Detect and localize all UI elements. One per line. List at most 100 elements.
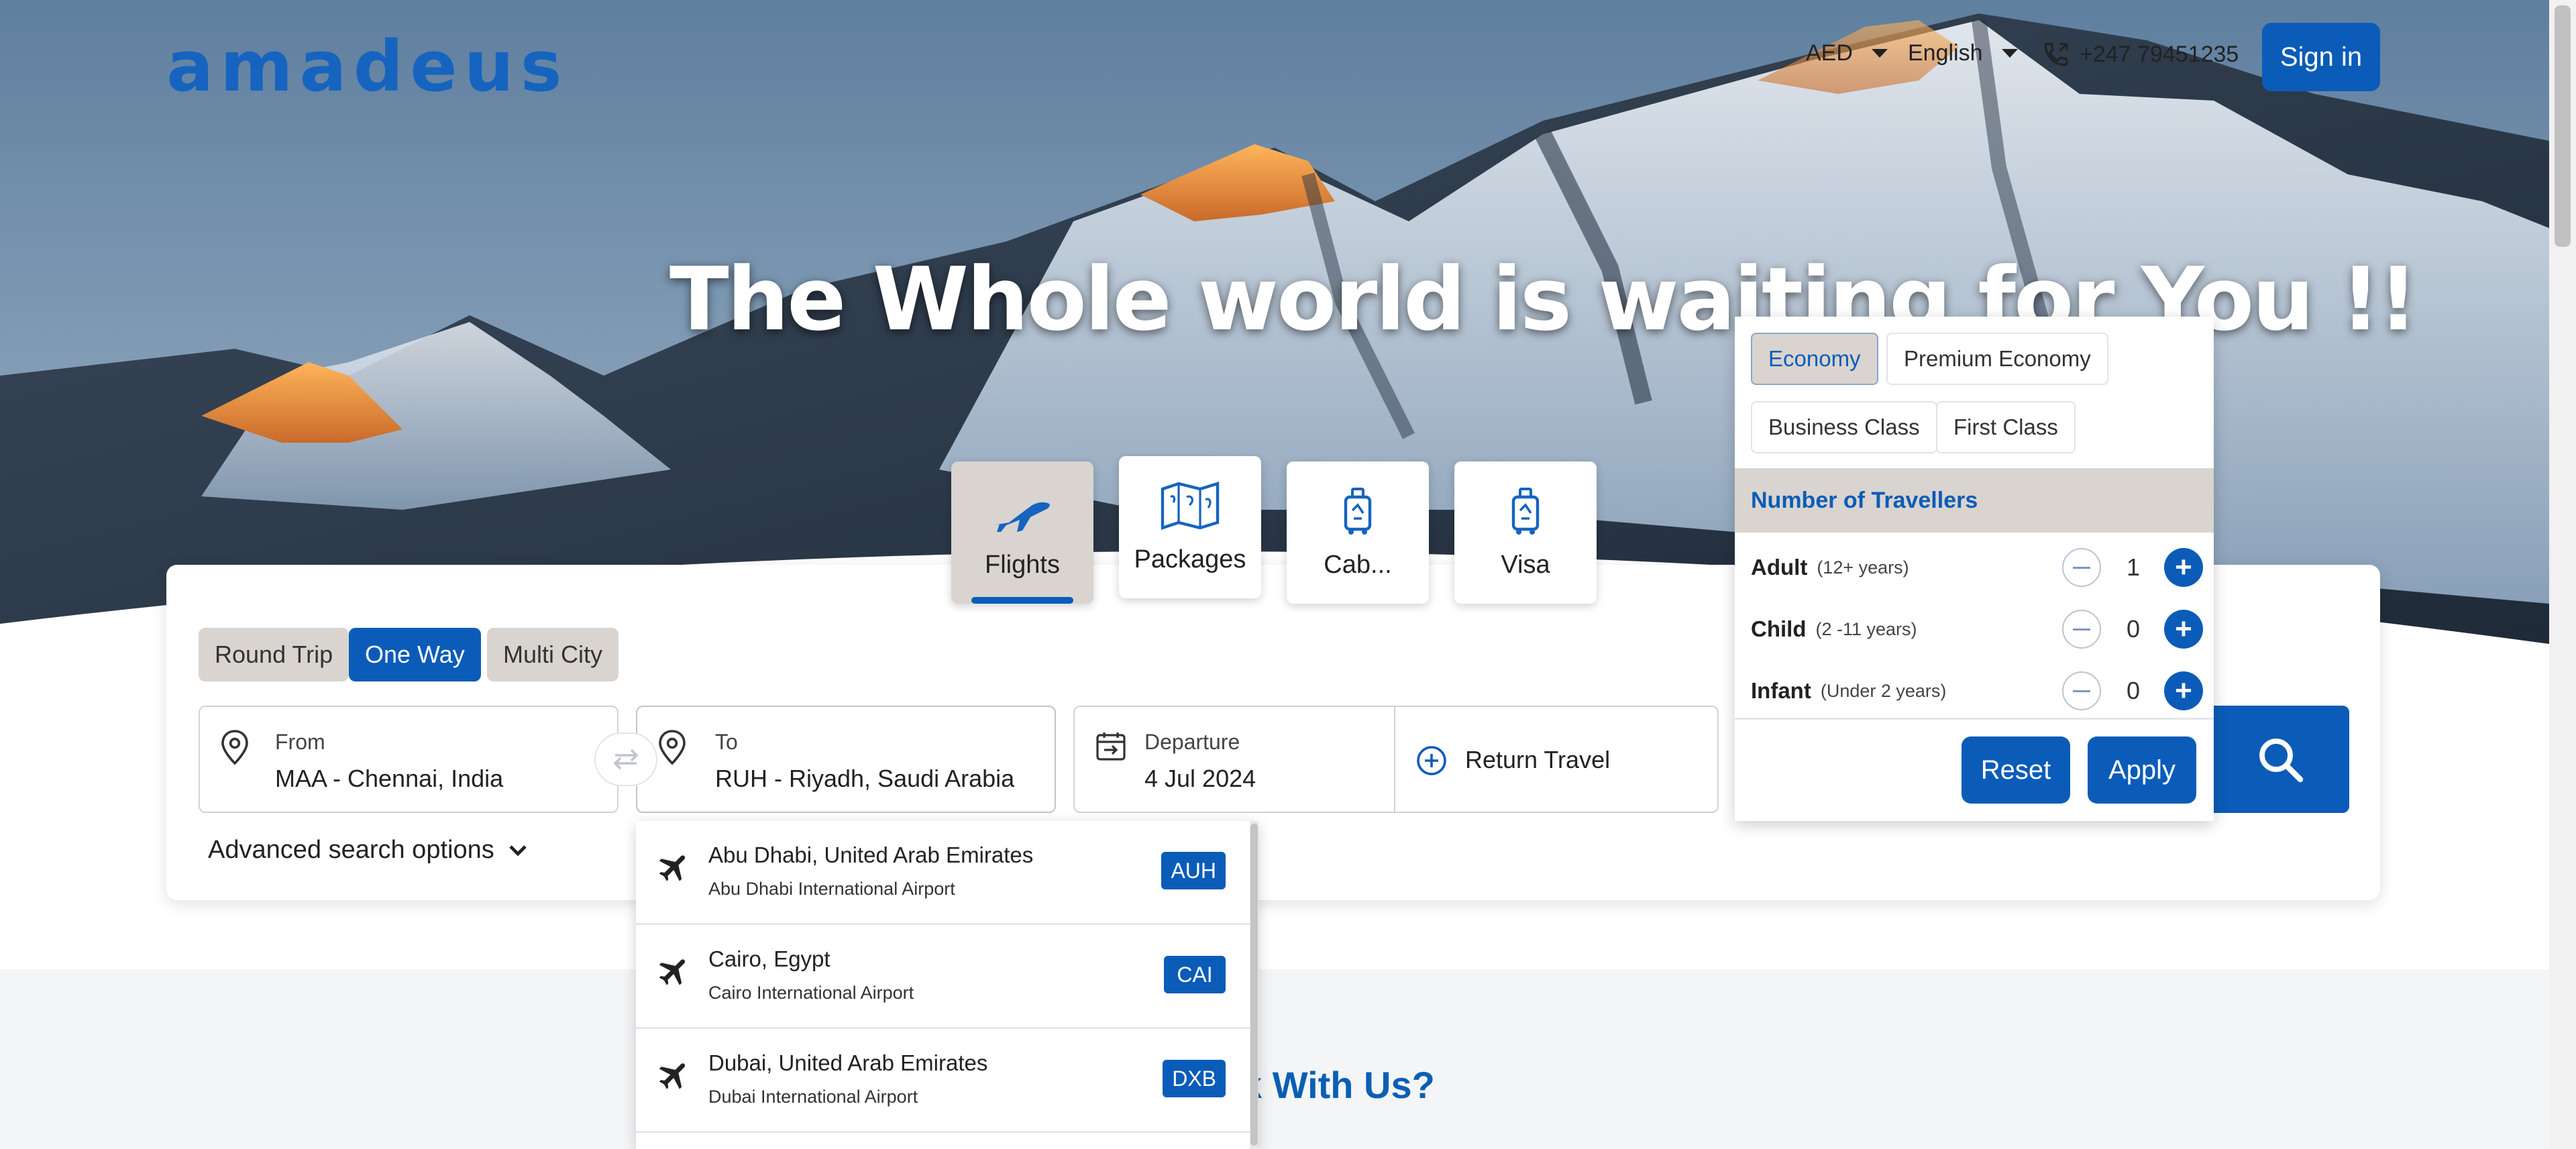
advanced-search-toggle[interactable]: Advanced search options xyxy=(208,836,528,865)
passenger-count: 0 xyxy=(2126,677,2141,704)
cabin-first-option[interactable]: First Class xyxy=(1936,401,2076,453)
popup-divider xyxy=(1735,718,2214,720)
page-scrollbar-thumb[interactable] xyxy=(2555,5,2571,247)
suggestion-city: Abu Dhabi, United Arab Emirates xyxy=(708,842,1034,867)
child-row: Child (2 -11 years) 0 + xyxy=(1751,609,2203,649)
airport-suggestion-item[interactable]: Cairo, Egypt Cairo International Airport… xyxy=(636,925,1250,1029)
why-book-heading: k With Us? xyxy=(1241,1064,1435,1106)
dropdown-scrollbar-thumb[interactable] xyxy=(1250,824,1258,1146)
tab-visa[interactable]: Visa xyxy=(1454,461,1597,604)
departure-value: 4 Jul 2024 xyxy=(1144,765,1256,792)
increment-button[interactable]: + xyxy=(2164,671,2203,710)
to-value: RUH - Riyadh, Saudi Arabia xyxy=(715,765,1015,792)
minus-icon xyxy=(2073,566,2090,569)
plane-icon xyxy=(659,855,686,881)
cabin-business-option[interactable]: Business Class xyxy=(1751,401,1937,453)
decrement-button[interactable] xyxy=(2062,548,2101,587)
luggage-icon xyxy=(1344,488,1372,535)
tab-label: Packages xyxy=(1134,545,1246,573)
adult-row: Adult (12+ years) 1 + xyxy=(1751,547,2203,588)
search-button[interactable] xyxy=(2211,706,2349,813)
tab-label: Cab... xyxy=(1324,551,1392,579)
increment-button[interactable]: + xyxy=(2164,610,2203,649)
airport-code-badge: CAI xyxy=(1164,956,1226,993)
travellers-heading: Number of Travellers xyxy=(1735,468,2214,533)
decrement-button[interactable] xyxy=(2062,610,2101,649)
dropdown-scrollbar[interactable] xyxy=(1250,821,1258,1149)
airport-code-badge: DXB xyxy=(1163,1060,1226,1097)
active-tab-indicator xyxy=(971,597,1073,604)
currency-selector[interactable]: AED xyxy=(1806,40,1888,66)
luggage-icon xyxy=(1511,488,1540,535)
advanced-search-label: Advanced search options xyxy=(208,836,494,864)
multi-city-option[interactable]: Multi City xyxy=(487,628,619,681)
apply-button[interactable]: Apply xyxy=(2088,736,2196,804)
tab-packages[interactable]: Packages xyxy=(1119,456,1261,598)
passenger-age: (Under 2 years) xyxy=(1820,680,1947,701)
tab-flights[interactable]: Flights xyxy=(951,461,1093,604)
minus-icon xyxy=(2073,628,2090,631)
language-selector[interactable]: English xyxy=(1908,40,2018,66)
suggestion-airport: Cairo International Airport xyxy=(708,983,914,1003)
departure-date-field[interactable]: Departure 4 Jul 2024 xyxy=(1073,706,1395,813)
phone-icon xyxy=(2044,42,2068,66)
suggestion-airport: Abu Dhabi International Airport xyxy=(708,879,955,899)
from-value: MAA - Chennai, India xyxy=(275,765,504,792)
passenger-type: Child xyxy=(1751,616,1807,641)
add-circle-icon xyxy=(1417,746,1446,775)
passenger-count: 0 xyxy=(2126,615,2141,643)
airport-suggestions-dropdown: Abu Dhabi, United Arab Emirates Abu Dhab… xyxy=(636,821,1258,1149)
return-travel-field[interactable]: Return Travel xyxy=(1394,706,1719,813)
cabin-premium-economy-option[interactable]: Premium Economy xyxy=(1886,333,2108,385)
to-label: To xyxy=(715,730,738,754)
round-trip-option[interactable]: Round Trip xyxy=(199,628,350,681)
airport-suggestion-item[interactable]: Abu Dhabi, United Arab Emirates Abu Dhab… xyxy=(636,821,1250,925)
location-pin-icon xyxy=(221,730,248,765)
suggestion-airport: Dubai International Airport xyxy=(708,1087,918,1107)
airport-code-badge: AUH xyxy=(1161,852,1226,889)
swap-icon xyxy=(613,749,639,770)
infant-row: Infant (Under 2 years) 0 + xyxy=(1751,671,2203,711)
location-pin-icon xyxy=(659,730,686,765)
decrement-button[interactable] xyxy=(2062,671,2101,710)
tab-label: Visa xyxy=(1501,551,1550,579)
search-icon xyxy=(2259,738,2304,783)
from-label: From xyxy=(275,730,325,754)
passenger-age: (2 -11 years) xyxy=(1815,618,1917,639)
map-icon xyxy=(1161,482,1220,531)
chevron-down-icon xyxy=(1871,49,1888,58)
suggestion-city: Cairo, Egypt xyxy=(708,946,830,971)
reset-button[interactable]: Reset xyxy=(1962,736,2070,804)
increment-button[interactable]: + xyxy=(2164,548,2203,587)
passenger-age: (12+ years) xyxy=(1817,557,1909,578)
return-travel-label: Return Travel xyxy=(1465,746,1611,773)
plane-icon xyxy=(659,1063,686,1089)
chevron-down-icon xyxy=(509,844,527,856)
to-field[interactable]: To RUH - Riyadh, Saudi Arabia xyxy=(636,706,1056,813)
swap-route-button[interactable] xyxy=(594,732,657,786)
currency-label: AED xyxy=(1806,40,1853,66)
from-field[interactable]: From MAA - Chennai, India xyxy=(199,706,619,813)
chevron-down-icon xyxy=(2001,49,2018,58)
minus-icon xyxy=(2073,690,2090,692)
page-scrollbar[interactable] xyxy=(2549,0,2576,1149)
airport-suggestion-item[interactable]: Dubai, United Arab Emirates Dubai Intern… xyxy=(636,1029,1250,1133)
plane-icon xyxy=(659,959,686,985)
tab-label: Flights xyxy=(985,551,1060,579)
amadeus-logo[interactable]: amadeus xyxy=(166,25,569,107)
why-book-section xyxy=(0,969,2549,1149)
tab-cab[interactable]: Cab... xyxy=(1287,461,1429,604)
passenger-type: Adult xyxy=(1751,555,1808,580)
phone-contact[interactable]: +247 79451235 xyxy=(2042,40,2239,68)
cabin-travellers-popup: Economy Premium Economy Business Class F… xyxy=(1735,317,2214,821)
language-label: English xyxy=(1908,40,1983,66)
departure-label: Departure xyxy=(1144,730,1240,754)
calendar-icon xyxy=(1096,732,1126,761)
passenger-type: Infant xyxy=(1751,678,1811,703)
one-way-option[interactable]: One Way xyxy=(349,628,481,681)
sign-in-button[interactable]: Sign in xyxy=(2262,23,2380,91)
plane-icon xyxy=(993,502,1050,532)
passenger-count: 1 xyxy=(2126,553,2141,581)
cabin-economy-option[interactable]: Economy xyxy=(1751,333,1878,385)
suggestion-city: Dubai, United Arab Emirates xyxy=(708,1050,988,1075)
